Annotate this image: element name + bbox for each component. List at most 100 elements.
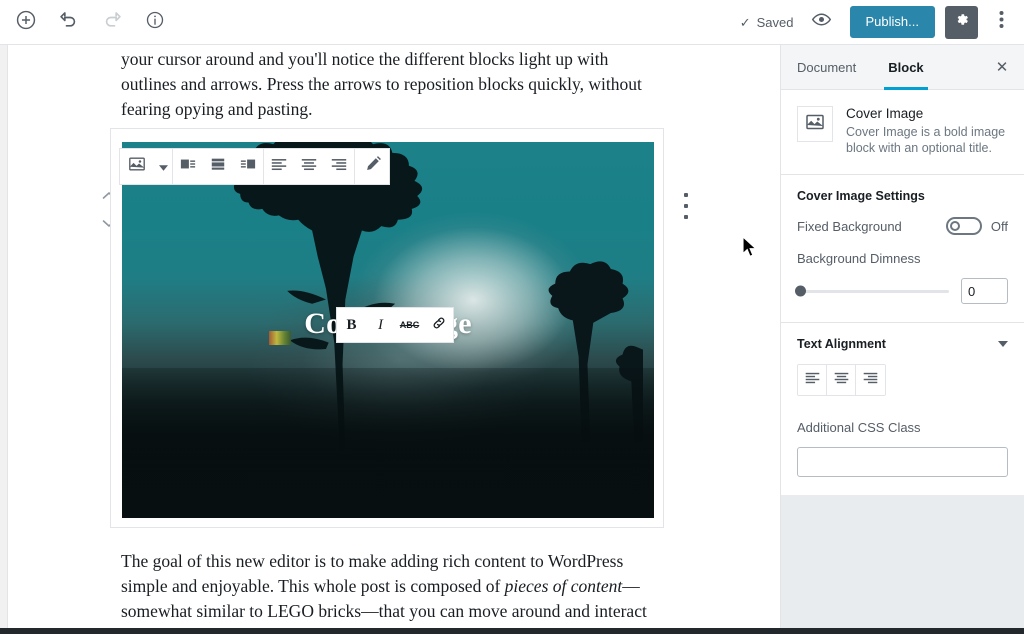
text-alignment-label: Text Alignment xyxy=(797,337,886,351)
save-status: ✓ Saved xyxy=(740,15,794,30)
align-image-right-button[interactable] xyxy=(233,149,263,184)
chevron-down-icon[interactable] xyxy=(998,339,1008,349)
background-dimness-row xyxy=(795,278,1008,304)
text-align-right-icon xyxy=(862,371,879,389)
gutenberg-editor-window: ✓ Saved Publish... your cursor around an… xyxy=(0,0,1024,634)
text-alignment-section: Text Alignment xyxy=(781,323,1024,414)
chevron-down-icon xyxy=(158,158,168,176)
editor-left-gutter xyxy=(0,45,8,634)
close-sidebar-button[interactable]: ✕ xyxy=(980,45,1024,89)
toggle-knob xyxy=(949,221,960,231)
italic-button[interactable]: I xyxy=(366,308,395,342)
paragraph-text-top-tail: opying and pasting. xyxy=(174,99,313,119)
text-align-left-icon xyxy=(270,157,288,176)
additional-css-label: Additional CSS Class xyxy=(797,420,921,435)
plus-circle-icon xyxy=(15,9,37,36)
fixed-background-toggle[interactable] xyxy=(945,217,982,235)
text-alignment-header[interactable]: Text Alignment xyxy=(797,337,1008,364)
text-align-left-button[interactable] xyxy=(264,149,294,184)
text-align-center-icon xyxy=(300,157,318,176)
text-align-center-button[interactable] xyxy=(294,149,324,184)
more-vertical-icon xyxy=(684,193,688,197)
bold-button[interactable]: B xyxy=(337,308,366,342)
tab-block[interactable]: Block xyxy=(872,45,939,90)
paragraph-emphasis: pieces of content xyxy=(504,576,623,596)
text-align-right-icon xyxy=(330,157,348,176)
pencil-icon xyxy=(364,155,381,178)
block-card-description: Cover Image is a bold image block with a… xyxy=(846,125,1006,155)
background-dimness-input[interactable] xyxy=(961,278,1008,304)
block-alignment-group xyxy=(173,149,264,184)
fixed-background-row: Fixed Background Off xyxy=(797,217,1008,235)
more-options-button[interactable] xyxy=(988,6,1014,39)
block-type-button[interactable] xyxy=(120,149,154,184)
sidebar-panel: Cover Image Cover Image is a bold image … xyxy=(781,90,1024,495)
align-image-right-icon xyxy=(239,156,257,177)
editor-canvas: your cursor around and you'll notice the… xyxy=(9,45,779,629)
paragraph-block-below[interactable]: The goal of this new editor is to make a… xyxy=(121,549,650,629)
paragraph-block-above[interactable]: your cursor around and you'll notice the… xyxy=(121,47,650,122)
text-align-left-icon xyxy=(804,371,821,389)
block-type-dropdown-button[interactable] xyxy=(154,149,172,184)
top-bar-left-tools xyxy=(0,4,173,40)
block-card-title: Cover Image xyxy=(846,106,924,121)
cover-image-foreground xyxy=(122,367,654,518)
align-image-left-icon xyxy=(179,156,197,177)
link-icon xyxy=(431,315,447,336)
text-alignment-group xyxy=(264,149,355,184)
insert-link-button[interactable] xyxy=(424,308,453,342)
inline-format-toolbar[interactable]: B I ABC xyxy=(336,307,454,343)
content-info-button[interactable] xyxy=(137,4,173,40)
block-card-icon-wrapper xyxy=(797,106,833,142)
sidebar-align-left-button[interactable] xyxy=(798,365,827,395)
text-alignment-buttons xyxy=(797,364,886,396)
more-vertical-icon xyxy=(999,10,1004,34)
undo-icon xyxy=(59,10,79,35)
mouse-cursor xyxy=(742,235,758,263)
sidebar-tabs: Document Block ✕ xyxy=(781,45,1024,90)
text-align-center-icon xyxy=(833,371,850,389)
check-icon: ✓ xyxy=(739,14,751,30)
more-vertical-icon-dot3 xyxy=(684,215,688,219)
slider-thumb[interactable] xyxy=(795,285,806,297)
block-type-group xyxy=(120,149,173,184)
cover-image-settings-section: Cover Image Settings Fixed Background Of… xyxy=(781,175,1024,322)
preview-button[interactable] xyxy=(804,4,840,40)
redo-icon xyxy=(102,10,122,35)
top-bar-right-tools: ✓ Saved Publish... xyxy=(740,4,1024,40)
fixed-background-label: Fixed Background xyxy=(797,218,902,234)
background-dimness-slider[interactable] xyxy=(795,285,949,297)
editor-top-bar: ✓ Saved Publish... xyxy=(0,0,1024,45)
saved-label: Saved xyxy=(756,14,794,30)
tab-document[interactable]: Document xyxy=(781,45,872,89)
fixed-background-control: Off xyxy=(945,217,1008,235)
more-vertical-icon-dot2 xyxy=(684,204,688,208)
text-align-right-button[interactable] xyxy=(324,149,354,184)
fixed-background-state: Off xyxy=(990,218,1008,234)
align-image-left-button[interactable] xyxy=(173,149,203,184)
publish-button[interactable]: Publish... xyxy=(849,5,935,39)
settings-toggle-button[interactable] xyxy=(945,5,978,39)
sidebar-align-center-button[interactable] xyxy=(827,365,856,395)
undo-button[interactable] xyxy=(51,4,87,40)
cover-image-icon xyxy=(805,112,825,137)
add-block-button[interactable] xyxy=(8,4,44,40)
eye-icon xyxy=(811,9,832,35)
settings-sidebar: Document Block ✕ Cover Image Cover Image… xyxy=(780,45,1024,634)
strikethrough-button[interactable]: ABC xyxy=(395,308,424,342)
background-dimness-label: Background Dimness xyxy=(797,251,921,266)
gear-icon xyxy=(953,11,970,33)
edit-media-group xyxy=(355,149,389,184)
sidebar-align-right-button[interactable] xyxy=(856,365,885,395)
block-info-card: Cover Image Cover Image is a bold image … xyxy=(781,90,1024,175)
block-card-text: Cover Image Cover Image is a bold image … xyxy=(846,106,1008,156)
block-toolbar[interactable] xyxy=(119,148,390,185)
align-image-center-icon xyxy=(209,156,227,177)
redo-button[interactable] xyxy=(94,4,130,40)
settings-heading: Cover Image Settings xyxy=(797,189,925,203)
info-circle-icon xyxy=(145,10,165,35)
edit-media-button[interactable] xyxy=(355,149,389,184)
block-settings-menu-button[interactable] xyxy=(677,193,695,219)
additional-css-input[interactable] xyxy=(797,447,1008,477)
align-image-center-button[interactable] xyxy=(203,149,233,184)
